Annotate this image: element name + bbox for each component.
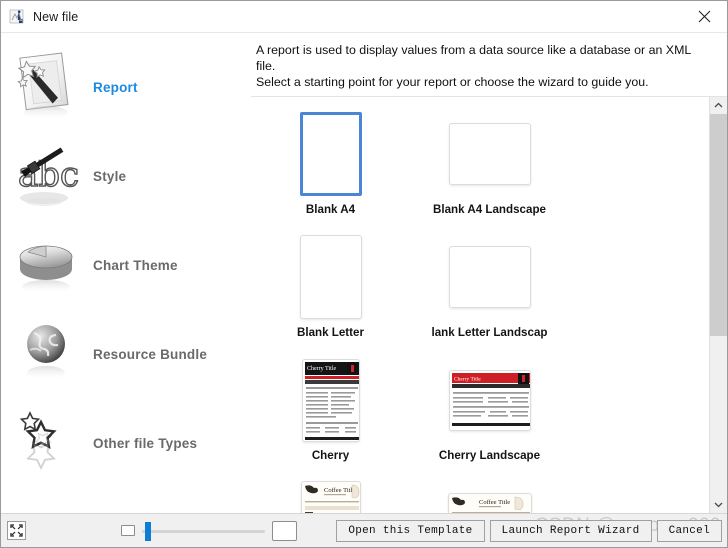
template-label: Blank A4 — [305, 203, 356, 216]
category-sidebar: Report abc Style Chart Theme Resource Bu… — [1, 33, 251, 513]
template-tile[interactable]: lank Letter Landscap — [410, 228, 569, 351]
window-title: New file — [33, 9, 79, 24]
vertical-scrollbar[interactable] — [709, 97, 727, 513]
close-icon[interactable] — [682, 1, 727, 31]
cherry-thumbnail: Cherry Title — [301, 358, 360, 442]
dialog-body: Report abc Style Chart Theme Resource Bu… — [1, 33, 727, 513]
report-wand-icon — [9, 49, 85, 127]
template-thumbnail-wrap: Coffee Title — [447, 474, 532, 513]
bottom-toolbar: CSDN @upupup-999 Open this Template Laun… — [1, 513, 727, 547]
coffee-thumbnail: Coffee Title — [300, 481, 361, 513]
open-this-template-button[interactable]: Open this Template — [336, 519, 485, 542]
template-thumbnail-wrap — [448, 105, 531, 203]
launch-report-wizard-button[interactable]: Launch Report Wizard — [489, 519, 652, 542]
template-thumbnail-wrap — [448, 228, 531, 326]
template-thumbnail-wrap: Coffee Title — [300, 474, 361, 513]
template-tile[interactable]: Coffee Title — [410, 474, 569, 513]
sidebar-item-chart-theme[interactable]: Chart Theme — [1, 221, 251, 310]
sidebar-item-label: Other file Types — [93, 436, 198, 451]
sidebar-item-resource-bundle[interactable]: Resource Bundle — [1, 310, 251, 399]
template-thumbnail-wrap — [299, 105, 362, 203]
blank-letter-thumbnail — [299, 235, 362, 319]
sidebar-item-report[interactable]: Report — [1, 43, 251, 132]
sidebar-item-label: Resource Bundle — [93, 347, 208, 362]
template-tile[interactable]: Blank Letter — [251, 228, 410, 351]
template-tile[interactable]: Cherry Title — [410, 351, 569, 474]
template-tile[interactable]: Cherry Title — [251, 351, 410, 474]
chevron-up-icon[interactable] — [710, 97, 727, 114]
template-tile[interactable]: Blank A4 Landscape — [410, 105, 569, 228]
template-label: Cherry — [311, 449, 350, 462]
blank-a4-thumbnail — [299, 112, 362, 196]
template-thumbnail-wrap — [299, 228, 362, 326]
fit-to-window-icon[interactable] — [7, 521, 26, 540]
scrollbar-thumb[interactable] — [710, 114, 727, 336]
template-grid: Blank A4 Blank A4 Landscape Blank Letter… — [251, 97, 709, 513]
template-label: Cherry Landscape — [438, 449, 541, 462]
panel-description: A report is used to display values from … — [256, 43, 691, 89]
slider-track — [142, 529, 265, 533]
template-tile[interactable]: Coffee Title — [251, 474, 410, 513]
blank-letter-landscape-thumbnail — [448, 246, 531, 308]
template-scroll-area: Blank A4 Blank A4 Landscape Blank Letter… — [251, 96, 727, 513]
sidebar-item-label: Style — [93, 169, 127, 184]
svg-text:Cherry Title: Cherry Title — [307, 366, 337, 372]
stars-icon — [9, 405, 85, 483]
template-label: lank Letter Landscap — [431, 326, 548, 339]
template-grid-viewport: Blank A4 Blank A4 Landscape Blank Letter… — [251, 97, 709, 513]
new-file-dialog: New file Report abc Style Chart Theme Re… — [0, 0, 728, 548]
sidebar-item-other-file-types[interactable]: Other file Types — [1, 399, 251, 488]
small-thumbnail-icon[interactable] — [121, 525, 135, 536]
svg-text:Coffee Title: Coffee Title — [324, 487, 355, 494]
dialog-buttons: Open this Template Launch Report Wizard … — [336, 519, 722, 542]
chevron-down-icon[interactable] — [710, 496, 727, 513]
sidebar-item-label: Chart Theme — [93, 258, 178, 273]
template-label: Blank Letter — [296, 326, 364, 339]
large-thumbnail-icon[interactable] — [272, 520, 297, 541]
title-bar: New file — [1, 1, 727, 33]
cancel-button[interactable]: Cancel — [656, 519, 722, 542]
globe-icon — [9, 316, 85, 394]
cherry-landscape-thumbnail: Cherry Title — [448, 369, 531, 431]
template-tile[interactable]: Blank A4 — [251, 105, 410, 228]
blank-a4-landscape-thumbnail — [448, 123, 531, 185]
template-label: Blank A4 Landscape — [433, 203, 546, 216]
scrollbar-track[interactable] — [710, 114, 727, 496]
template-thumbnail-wrap: Cherry Title — [448, 351, 531, 449]
new-file-icon — [9, 9, 25, 25]
style-brush-abc-icon: abc — [9, 138, 85, 216]
sidebar-item-style[interactable]: abc Style — [1, 132, 251, 221]
template-panel: A report is used to display values from … — [251, 33, 727, 513]
svg-text:Cherry Title: Cherry Title — [454, 376, 481, 382]
svg-text:Coffee Title: Coffee Title — [479, 499, 510, 506]
pie-chart-icon — [9, 227, 85, 305]
coffee-landscape-thumbnail: Coffee Title — [447, 492, 532, 513]
template-thumbnail-wrap: Cherry Title — [301, 351, 360, 449]
sidebar-item-label: Report — [93, 80, 138, 95]
slider-thumb[interactable] — [145, 521, 151, 541]
thumbnail-size-slider[interactable] — [142, 521, 265, 541]
thumbnail-size-control — [121, 520, 297, 541]
